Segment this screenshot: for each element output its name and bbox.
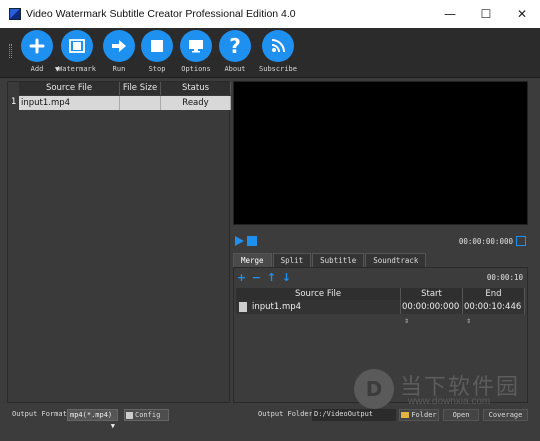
snapshot-icon[interactable] — [516, 236, 526, 246]
merge-table-header: Source File Start End — [236, 288, 525, 300]
edit-tabs: Merge Split Subtitle Soundtrack — [233, 253, 427, 267]
table-row[interactable]: input1.mp4 00:00:00:000⇕ 00:00:10:446⇕ — [236, 300, 525, 325]
column-header-start[interactable]: Start — [401, 288, 463, 300]
end-time-field[interactable]: 00:00:10:446⇕ — [463, 300, 525, 325]
open-button[interactable]: Open — [443, 409, 479, 421]
play-icon[interactable] — [235, 236, 244, 246]
config-label: Config — [135, 411, 161, 419]
end-time-value: 00:00:10:446 — [464, 302, 522, 312]
file-list-header: Source File File Size Status — [19, 82, 231, 95]
app-icon — [9, 8, 21, 20]
close-button[interactable]: ✕ — [504, 0, 540, 28]
folder-button-label: Folder — [411, 411, 437, 419]
merge-toolbar: + − ↑ ↓ — [236, 272, 292, 283]
cell-status: Ready — [161, 96, 231, 110]
config-icon — [126, 411, 133, 419]
merge-duration: 00:00:10 — [486, 273, 523, 282]
title-bar: Video Watermark Subtitle Creator Profess… — [0, 0, 540, 28]
subscribe-button[interactable]: Subscribe — [253, 30, 303, 73]
maximize-button[interactable]: ☐ — [468, 0, 504, 28]
tab-soundtrack[interactable]: Soundtrack — [365, 253, 427, 267]
cell-source-file: input1.mp4 — [19, 96, 120, 110]
merge-source-name: input1.mp4 — [252, 302, 302, 312]
subscribe-label: Subscribe — [259, 65, 297, 73]
start-time-spinner-icon[interactable]: ⇕ — [404, 315, 409, 329]
watermark-url: www.downxia.com — [408, 396, 491, 407]
output-format-value: mp4(*.mp4) — [70, 411, 113, 419]
column-header-source-file[interactable]: Source File — [236, 288, 401, 300]
window-controls: — ☐ ✕ — [432, 0, 540, 28]
add-segment-icon[interactable]: + — [236, 272, 247, 283]
plus-icon — [21, 30, 53, 62]
question-icon: ? — [219, 30, 251, 62]
minimize-button[interactable]: — — [432, 0, 468, 28]
output-folder-label: Output Folder — [258, 410, 313, 418]
move-up-icon[interactable]: ↑ — [266, 272, 277, 283]
output-format-select[interactable]: mp4(*.mp4) ▼ — [67, 409, 118, 430]
video-preview[interactable] — [233, 81, 528, 225]
config-button[interactable]: Config — [124, 409, 169, 421]
table-row[interactable]: input1.mp4 Ready — [19, 96, 231, 110]
remove-segment-icon[interactable]: − — [251, 272, 262, 283]
output-folder-field[interactable]: D:/VideoOutput — [312, 409, 396, 421]
window-title: Video Watermark Subtitle Creator Profess… — [26, 8, 296, 20]
watermark-logo-icon: D — [354, 369, 394, 409]
end-time-spinner-icon[interactable]: ⇕ — [466, 315, 471, 329]
folder-icon — [401, 412, 410, 418]
row-number: 1 — [11, 97, 17, 107]
column-header-source-file[interactable]: Source File — [19, 82, 120, 95]
move-down-icon[interactable]: ↓ — [281, 272, 292, 283]
monitor-icon — [180, 30, 212, 62]
playback-timecode: 00:00:00:000 — [458, 237, 513, 246]
output-folder-value: D:/VideoOutput — [314, 410, 374, 418]
arrow-right-icon — [103, 30, 135, 62]
stop-icon — [141, 30, 173, 62]
cell-source-file: input1.mp4 — [236, 300, 401, 314]
status-bar: Output Format mp4(*.mp4) ▼ Config Output… — [0, 407, 540, 430]
tab-split[interactable]: Split — [272, 253, 312, 267]
column-header-end[interactable]: End — [463, 288, 525, 300]
film-icon — [61, 30, 93, 62]
stop-playback-icon[interactable] — [247, 236, 257, 246]
folder-button[interactable]: Folder — [399, 409, 439, 421]
chevron-down-icon: ▼ — [110, 422, 115, 430]
cell-file-size — [120, 96, 161, 110]
playback-controls: 00:00:00:000 — [233, 234, 528, 250]
rss-icon — [262, 30, 294, 62]
column-header-file-size[interactable]: File Size — [120, 82, 161, 95]
file-list-panel[interactable]: Source File File Size Status 1 input1.mp… — [7, 81, 231, 403]
tab-subtitle[interactable]: Subtitle — [312, 253, 365, 267]
coverage-button[interactable]: Coverage — [483, 409, 528, 421]
file-icon — [239, 302, 247, 312]
column-header-status[interactable]: Status — [161, 82, 231, 95]
toolbar: Add ▼ Watermark Run Stop Options ? About — [0, 28, 540, 78]
output-format-label: Output Format — [12, 410, 67, 418]
site-watermark: D 当下软件园 www.downxia.com — [354, 365, 534, 411]
start-time-value: 00:00:00:000 — [402, 302, 460, 312]
tab-merge[interactable]: Merge — [233, 253, 272, 267]
start-time-field[interactable]: 00:00:00:000⇕ — [401, 300, 463, 325]
